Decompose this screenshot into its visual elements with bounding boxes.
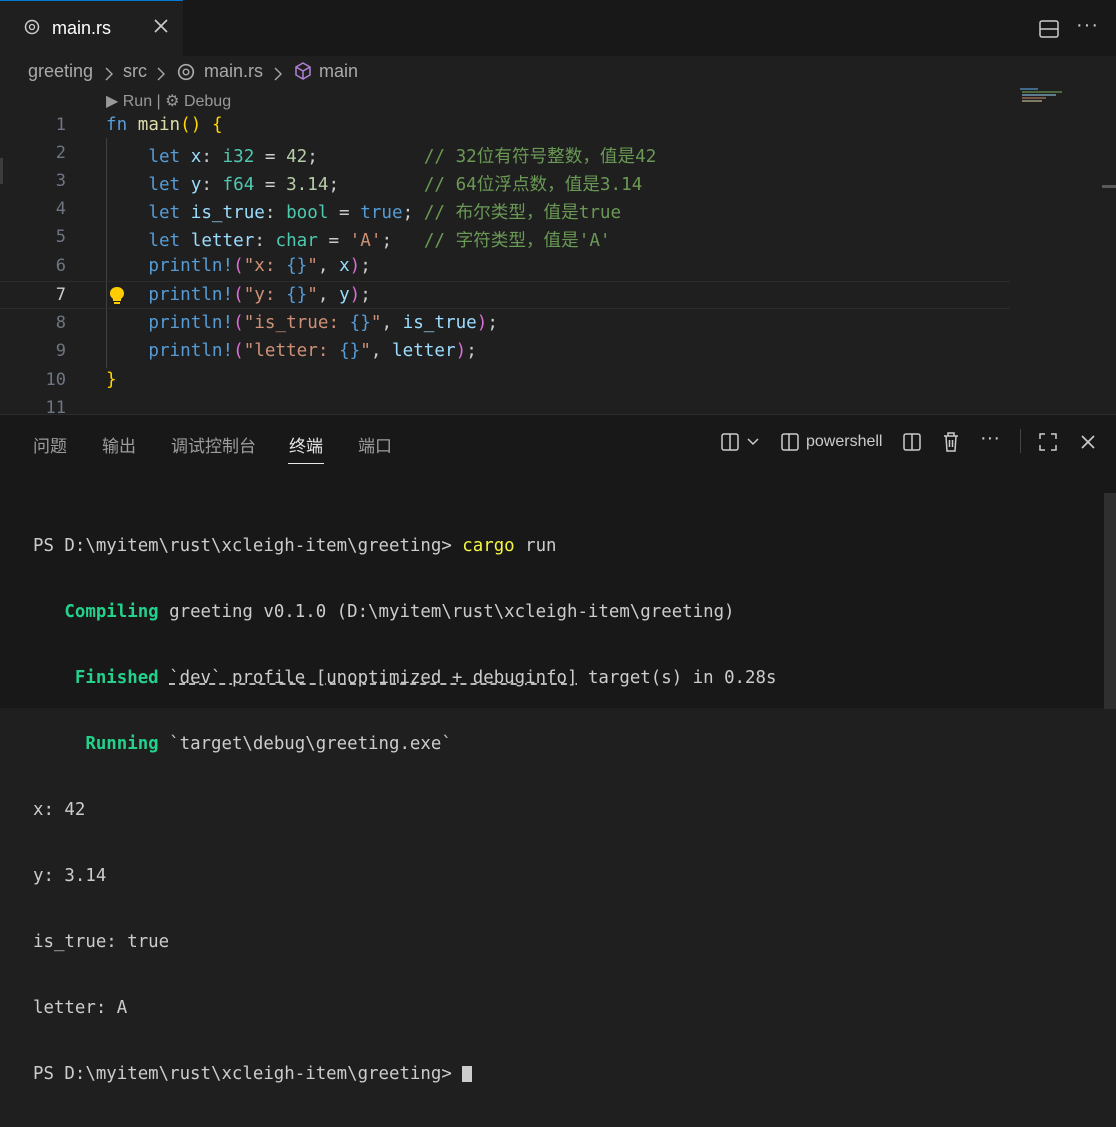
minimap[interactable]	[1020, 88, 1076, 102]
active-tab-indicator	[288, 463, 324, 464]
breadcrumb-item-greeting[interactable]: greeting	[28, 61, 93, 82]
line-number: 9	[55, 341, 66, 361]
code-text: println!("y: {}", y);	[148, 285, 371, 305]
split-editor-icon[interactable]	[1038, 18, 1060, 40]
more-actions-icon[interactable]: ···	[1076, 14, 1099, 37]
divider	[1020, 429, 1021, 453]
code-line: 3 let y: f64 = 3.14; // 64位浮点数，值是3.14	[0, 168, 1010, 196]
output-line: letter: A	[33, 998, 128, 1018]
more-actions-icon[interactable]: ···	[980, 427, 1000, 450]
breadcrumb-item-src[interactable]: src	[123, 61, 147, 82]
codelens-run-debug[interactable]: ▶ Run | ⚙ Debug	[106, 91, 231, 111]
line-number: 2	[55, 143, 66, 163]
code-text: let letter: char = 'A'; // 字符类型，值是'A'	[148, 231, 611, 251]
code-line: 10 }	[0, 367, 1010, 395]
editor-tab-bar: main.rs ···	[0, 0, 1116, 56]
terminal-prompt: PS D:\myitem\rust\xcleigh-item\greeting>	[33, 536, 463, 556]
terminal-output[interactable]: PS D:\myitem\rust\xcleigh-item\greeting>…	[33, 493, 776, 1127]
line-number: 5	[55, 227, 66, 247]
finished-profile: `dev` profile [unoptimized + debuginfo]	[169, 668, 578, 688]
output-line: y: 3.14	[33, 866, 107, 886]
code-text: println!("letter: {}", letter);	[148, 341, 477, 361]
line-number: 6	[55, 256, 66, 276]
code-line: 4 let is_true: bool = true; // 布尔类型，值是tr…	[0, 196, 1010, 224]
line-number: 7	[55, 285, 66, 305]
compiling-label: Compiling	[64, 602, 159, 622]
tab-output[interactable]: 输出	[102, 432, 136, 457]
close-icon[interactable]	[150, 15, 172, 37]
tab-label: main.rs	[52, 18, 112, 38]
terminal-command: cargo	[462, 536, 515, 556]
chevron-right-icon	[157, 67, 165, 81]
function-cube-icon	[295, 62, 311, 80]
close-panel-icon[interactable]	[1078, 432, 1098, 452]
breadcrumb-item-main[interactable]: main	[319, 61, 358, 82]
line-number: 10	[45, 370, 66, 390]
code-text: println!("x: {}", x);	[148, 256, 371, 276]
terminal-scrollbar[interactable]	[1104, 493, 1116, 709]
chevron-down-icon[interactable]	[746, 437, 760, 447]
code-line: 9 println!("letter: {}", letter);	[0, 338, 1010, 366]
tab-ports[interactable]: 端口	[358, 432, 392, 457]
maximize-panel-icon[interactable]	[1038, 432, 1058, 452]
tab-debug-console[interactable]: 调试控制台	[171, 432, 256, 457]
line-number: 1	[55, 115, 66, 135]
tab-problems[interactable]: 问题	[33, 432, 67, 457]
terminal-prompt: PS D:\myitem\rust\xcleigh-item\greeting>	[33, 1064, 463, 1084]
output-line: x: 42	[33, 800, 86, 820]
code-line: 5 let letter: char = 'A'; // 字符类型，值是'A'	[0, 224, 1010, 252]
code-line: 1 fn main() {	[0, 112, 1010, 140]
compiling-text: greeting v0.1.0 (D:\myitem\rust\xcleigh-…	[158, 602, 735, 622]
code-text: let x: i32 = 42; // 32位有符号整数，值是42	[148, 147, 657, 167]
running-text: `target\debug\greeting.exe`	[158, 734, 452, 754]
code-editor[interactable]: ▶ Run | ⚙ Debug 1 fn main() { 2 let x: i…	[0, 88, 1116, 414]
code-line: 6 println!("x: {}", x);	[0, 253, 1010, 281]
finished-label: Finished	[74, 668, 159, 688]
code-line-active: 7 println!("y: {}", y);	[0, 281, 1010, 309]
code-line: 2 let x: i32 = 42; // 32位有符号整数，值是42	[0, 140, 1010, 168]
terminal-profile-icon	[781, 433, 799, 451]
chevron-right-icon	[274, 67, 282, 81]
line-number: 4	[55, 199, 66, 219]
line-number: 3	[55, 171, 66, 191]
code-text: fn main() {	[106, 115, 223, 135]
code-text: let y: f64 = 3.14; // 64位浮点数，值是3.14	[148, 175, 643, 195]
trash-icon[interactable]	[941, 431, 961, 453]
line-number: 11	[45, 398, 66, 414]
tab-terminal[interactable]: 终端	[289, 432, 323, 457]
chevron-right-icon	[105, 67, 113, 81]
scrollbar-thumb[interactable]	[1102, 185, 1116, 188]
running-label: Running	[85, 734, 159, 754]
code-text: let is_true: bool = true; // 布尔类型，值是true	[148, 203, 622, 223]
output-line: is_true: true	[33, 932, 170, 952]
terminal-command-args: run	[514, 536, 557, 556]
split-terminal-icon[interactable]	[902, 432, 922, 452]
code-line: 11	[0, 395, 1010, 414]
bottom-panel: 问题 输出 调试控制台 终端 端口 powershell ··· PS D:\m…	[0, 414, 1116, 1084]
code-line: 8 println!("is_true: {}", is_true);	[0, 310, 1010, 338]
new-terminal-layout-icon[interactable]	[720, 432, 740, 452]
terminal-cursor	[462, 1066, 473, 1082]
tab-main-rs[interactable]: main.rs	[0, 0, 183, 56]
breadcrumb: greeting src main.rs main	[0, 56, 1000, 88]
rust-file-icon	[24, 19, 40, 35]
code-text: }	[106, 370, 117, 390]
terminal-profile-label[interactable]: powershell	[806, 433, 882, 451]
line-number: 8	[55, 313, 66, 333]
rust-file-icon	[177, 63, 195, 81]
breadcrumb-item-main-rs[interactable]: main.rs	[204, 61, 263, 82]
code-text: println!("is_true: {}", is_true);	[148, 313, 498, 333]
finished-text: target(s) in 0.28s	[577, 668, 777, 688]
